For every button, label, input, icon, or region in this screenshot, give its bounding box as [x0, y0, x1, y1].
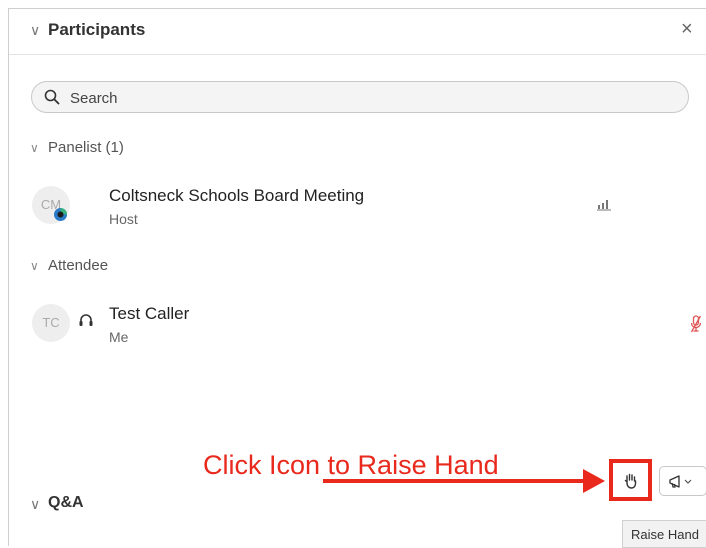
search-input[interactable] [68, 87, 672, 109]
chevron-down-icon[interactable]: ∨ [30, 22, 40, 39]
avatar: TC [32, 304, 70, 342]
raise-hand-button[interactable] [609, 459, 652, 501]
status-badge [54, 208, 67, 221]
participant-name: Coltsneck Schools Board Meeting [109, 186, 365, 205]
annotation-arrow [323, 479, 585, 483]
qa-title[interactable]: Q&A [48, 494, 84, 512]
search-icon [44, 89, 60, 105]
annotation-text: Click Icon to Raise Hand [203, 450, 499, 480]
chevron-down-icon[interactable]: ∨ [30, 496, 40, 513]
chevron-down-icon[interactable]: ∨ [30, 141, 39, 155]
megaphone-button[interactable] [659, 466, 706, 496]
panel-title: Participants [48, 20, 146, 39]
participant-name: Test Caller [109, 304, 190, 323]
panelist-section-label: Panelist (1) [48, 139, 124, 156]
attendee-section-label: Attendee [48, 257, 109, 274]
search-box[interactable] [31, 81, 689, 113]
raise-hand-icon [624, 473, 637, 489]
audio-signal-icon [597, 200, 611, 211]
header-divider [9, 54, 706, 55]
chevron-down-icon[interactable]: ∨ [30, 259, 39, 273]
megaphone-icon [669, 475, 692, 488]
muted-mic-icon[interactable] [690, 315, 702, 333]
raise-hand-tooltip: Raise Hand [622, 520, 706, 548]
participant-role: Host [109, 211, 138, 227]
close-icon[interactable]: × [681, 18, 693, 41]
annotation-arrow-head [583, 469, 605, 493]
headset-icon [79, 314, 93, 326]
participant-role: Me [109, 329, 129, 345]
